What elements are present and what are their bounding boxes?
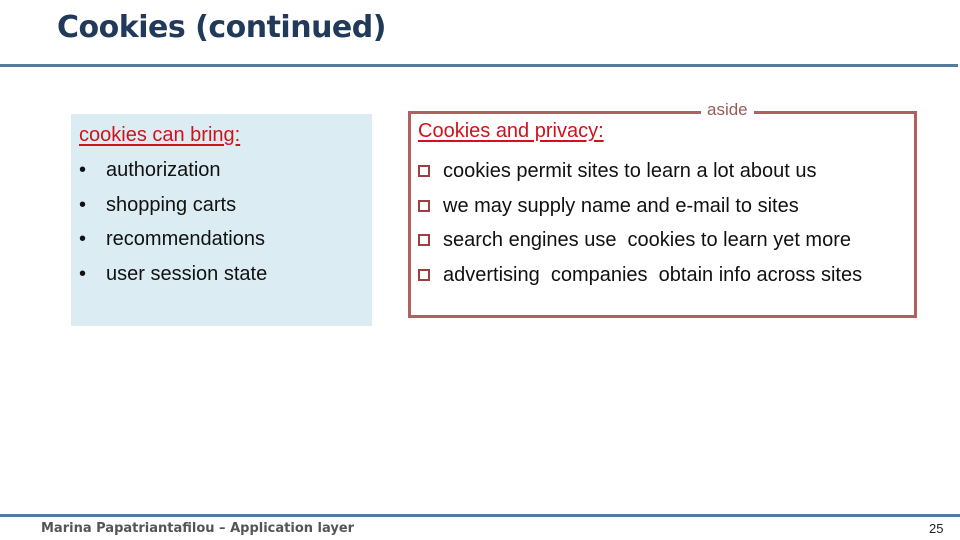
footer-divider (0, 514, 960, 517)
list-item-text: authorization (106, 159, 221, 181)
list-item: • user session state (79, 262, 267, 297)
list-item: • recommendations (79, 227, 267, 262)
bullet-icon: • (79, 159, 87, 181)
bullet-icon: • (79, 228, 87, 250)
list-item: • shopping carts (79, 193, 267, 228)
square-bullet-icon (418, 165, 430, 178)
privacy-aside-box: aside Cookies and privacy: cookies permi… (408, 100, 917, 318)
list-item: search engines use cookies to learn yet … (418, 223, 862, 258)
benefits-list: • authorization • shopping carts • recommen… (79, 158, 267, 296)
privacy-list: cookies permit sites to learn a lot abou… (418, 154, 862, 292)
bullet-icon: • (79, 262, 87, 285)
square-bullet-icon (418, 268, 430, 281)
list-item-text: shopping carts (106, 193, 237, 216)
aside-label: aside (701, 100, 754, 120)
slide-title: Cookies (continued) (57, 10, 386, 45)
page-number: 25 (929, 521, 944, 536)
list-item-text: advertising companies obtain info across… (443, 263, 863, 286)
square-bullet-icon (418, 234, 430, 247)
list-item-text: we may supply name and e-mail to sites (443, 194, 799, 217)
bullet-icon: • (79, 193, 87, 216)
list-item: cookies permit sites to learn a lot abou… (418, 154, 862, 189)
title-divider (0, 64, 958, 67)
privacy-heading: Cookies and privacy: (418, 120, 604, 142)
benefits-heading: cookies can bring: (79, 124, 241, 146)
list-item-text: cookies permit sites to learn a lot abou… (443, 160, 817, 183)
list-item: • authorization (79, 158, 267, 193)
cookies-benefits-box: cookies can bring: • authorization • shopp… (71, 114, 372, 326)
list-item-text: user session state (106, 262, 268, 285)
list-item-text: search engines use cookies to learn yet … (443, 229, 851, 252)
list-item: advertising companies obtain info across… (418, 258, 862, 293)
square-bullet-icon (418, 199, 430, 212)
list-item-text: recommendations (106, 228, 265, 250)
footer-author: Marina Papatriantafilou – Application la… (41, 521, 355, 536)
list-item: we may supply name and e-mail to sites (418, 189, 862, 224)
